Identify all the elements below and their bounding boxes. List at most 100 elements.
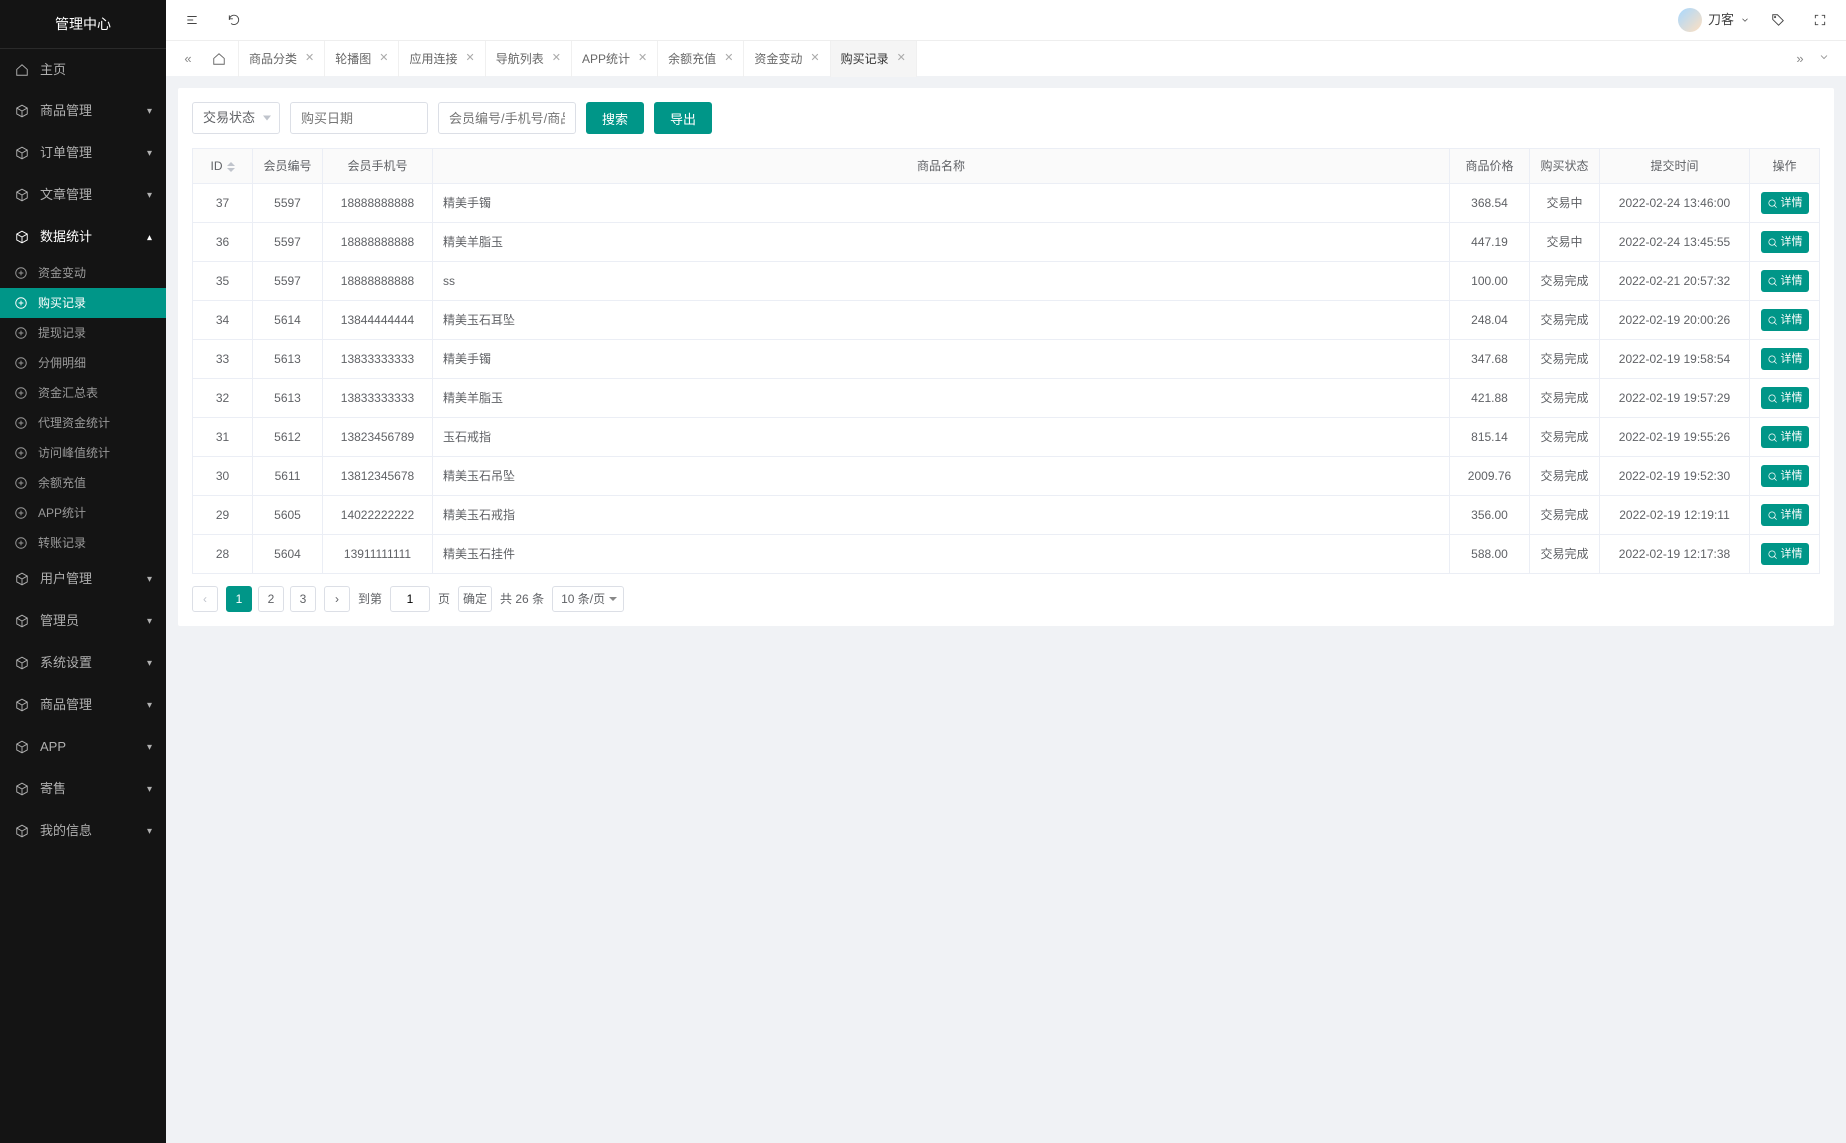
sidebar-subitem[interactable]: 提现记录: [0, 318, 166, 348]
refresh-icon[interactable]: [220, 6, 248, 34]
sidebar-subitem-label: 购买记录: [38, 294, 86, 312]
tabs-prev-icon[interactable]: «: [176, 49, 200, 69]
tab[interactable]: 轮播图 ✕: [325, 41, 399, 77]
sidebar-item[interactable]: 商品管理▾: [0, 684, 166, 726]
page-number[interactable]: 2: [258, 586, 284, 612]
detail-button[interactable]: 详情: [1761, 504, 1809, 526]
page-number[interactable]: 1: [226, 586, 252, 612]
tag-icon[interactable]: [1764, 6, 1792, 34]
close-icon[interactable]: ✕: [465, 50, 474, 67]
detail-button[interactable]: 详情: [1761, 309, 1809, 331]
th-id[interactable]: ID: [193, 149, 253, 184]
sidebar-subitem[interactable]: 访问峰值统计: [0, 438, 166, 468]
sidebar-subitem-label: APP统计: [38, 504, 86, 522]
collapse-icon[interactable]: [178, 6, 206, 34]
cube-icon: [14, 697, 30, 713]
page-prev[interactable]: ‹: [192, 586, 218, 612]
tab[interactable]: 应用连接✕: [399, 41, 485, 77]
sidebar-subitem-label: 余额充值: [38, 474, 86, 492]
sidebar-item-label: APP: [40, 737, 66, 757]
page-next[interactable]: ›: [324, 586, 350, 612]
th-phone: 会员手机号: [323, 149, 433, 184]
sidebar-item[interactable]: 商品管理▾: [0, 90, 166, 132]
tab-home[interactable]: [200, 41, 239, 77]
sidebar: 管理中心 主页商品管理▾订单管理▾文章管理▾数据统计▾资金变动购买记录提现记录分…: [0, 0, 166, 1143]
close-icon[interactable]: ✕: [810, 50, 819, 67]
content-card: 交易状态 搜索 导出 ID 会员编号 会员手机号 商品名称 商品价格 购买状态 …: [178, 88, 1834, 626]
close-icon[interactable]: ✕: [552, 50, 561, 67]
sidebar-item[interactable]: 系统设置▾: [0, 642, 166, 684]
sidebar-item[interactable]: 管理员▾: [0, 600, 166, 642]
page-input[interactable]: [390, 586, 430, 612]
user-dropdown[interactable]: 刀客: [1678, 8, 1750, 32]
page-number[interactable]: 3: [290, 586, 316, 612]
page-unit: 页: [438, 590, 450, 608]
tab[interactable]: 资金变动✕: [744, 41, 830, 77]
sidebar-item-label: 系统设置: [40, 653, 92, 673]
tab[interactable]: 导航列表✕: [486, 41, 572, 77]
tab-label: 轮播图: [335, 50, 371, 68]
tab[interactable]: 购买记录✕: [831, 41, 917, 77]
sidebar-item[interactable]: 我的信息▾: [0, 810, 166, 852]
sidebar-subitem-label: 转账记录: [38, 534, 86, 552]
sidebar-subitem[interactable]: 转账记录: [0, 528, 166, 558]
th-price: 商品价格: [1450, 149, 1530, 184]
sidebar-subitem[interactable]: 分佣明细: [0, 348, 166, 378]
status-select[interactable]: 交易状态: [192, 102, 280, 134]
sidebar-subitem-label: 提现记录: [38, 324, 86, 342]
page-confirm[interactable]: 确定: [458, 586, 492, 612]
close-icon[interactable]: ✕: [724, 50, 733, 67]
tabs-next-icon[interactable]: »: [1788, 49, 1812, 69]
cube-icon: [14, 229, 30, 245]
detail-button[interactable]: 详情: [1761, 543, 1809, 565]
sidebar-item[interactable]: 主页: [0, 48, 166, 90]
tabs-menu-icon[interactable]: [1812, 49, 1836, 69]
user-name: 刀客: [1708, 10, 1734, 30]
table-row: 36559718888888888精美羊脂玉447.19交易中2022-02-2…: [193, 223, 1820, 262]
page-size-select[interactable]: 10 条/页: [552, 586, 624, 612]
close-icon[interactable]: ✕: [638, 50, 647, 67]
export-button[interactable]: 导出: [654, 102, 712, 134]
table-row: 31561213823456789玉石戒指815.14交易完成2022-02-1…: [193, 418, 1820, 457]
sidebar-item[interactable]: APP▾: [0, 726, 166, 768]
th-member: 会员编号: [253, 149, 323, 184]
detail-button[interactable]: 详情: [1761, 465, 1809, 487]
sidebar-item-label: 用户管理: [40, 569, 92, 589]
sidebar-subitem[interactable]: 资金汇总表: [0, 378, 166, 408]
tab-label: APP统计: [582, 50, 630, 68]
sidebar-subitem[interactable]: 资金变动: [0, 258, 166, 288]
detail-button[interactable]: 详情: [1761, 231, 1809, 253]
sidebar-item[interactable]: 订单管理▾: [0, 132, 166, 174]
tab-label: 余额充值: [668, 50, 716, 68]
detail-button[interactable]: 详情: [1761, 348, 1809, 370]
sidebar-item[interactable]: 数据统计▾: [0, 216, 166, 258]
fullscreen-icon[interactable]: [1806, 6, 1834, 34]
sidebar-subitem[interactable]: 代理资金统计: [0, 408, 166, 438]
close-icon[interactable]: ✕: [897, 50, 906, 67]
sidebar-subitem[interactable]: 购买记录: [0, 288, 166, 318]
detail-button[interactable]: 详情: [1761, 192, 1809, 214]
close-icon[interactable]: ✕: [379, 50, 388, 67]
detail-button[interactable]: 详情: [1761, 387, 1809, 409]
detail-button[interactable]: 详情: [1761, 426, 1809, 448]
th-product: 商品名称: [433, 149, 1450, 184]
date-input[interactable]: [290, 102, 428, 134]
plus-icon: [14, 536, 28, 550]
tab[interactable]: APP统计 ✕: [572, 41, 658, 77]
plus-icon: [14, 476, 28, 490]
close-icon[interactable]: ✕: [305, 50, 314, 67]
detail-button[interactable]: 详情: [1761, 270, 1809, 292]
search-button[interactable]: 搜索: [586, 102, 644, 134]
sidebar-item[interactable]: 用户管理▾: [0, 558, 166, 600]
table-row: 33561313833333333精美手镯347.68交易完成2022-02-1…: [193, 340, 1820, 379]
tab[interactable]: 商品分类✕: [239, 41, 325, 77]
sidebar-subitem[interactable]: APP统计: [0, 498, 166, 528]
table-row: 37559718888888888精美手镯368.54交易中2022-02-24…: [193, 184, 1820, 223]
tab[interactable]: 余额充值 ✕: [658, 41, 744, 77]
plus-icon: [14, 416, 28, 430]
sidebar-item[interactable]: 文章管理▾: [0, 174, 166, 216]
keyword-input[interactable]: [438, 102, 576, 134]
sidebar-item[interactable]: 寄售▾: [0, 768, 166, 810]
sidebar-subitem[interactable]: 余额充值: [0, 468, 166, 498]
sidebar-item-label: 主页: [40, 60, 66, 80]
